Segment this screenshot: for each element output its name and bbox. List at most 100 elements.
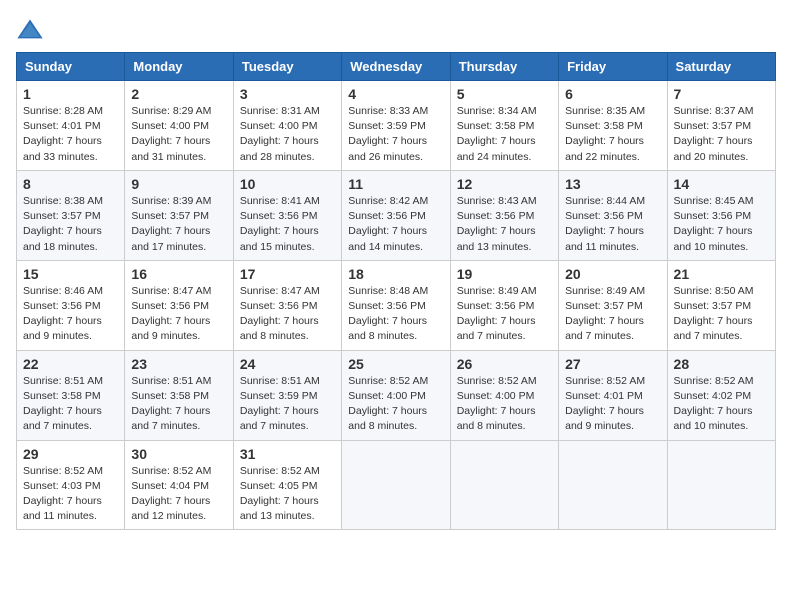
calendar-cell xyxy=(342,440,450,530)
day-info: Sunrise: 8:51 AMSunset: 3:59 PMDaylight:… xyxy=(240,375,320,433)
day-number: 22 xyxy=(23,356,118,372)
calendar-cell: 24 Sunrise: 8:51 AMSunset: 3:59 PMDaylig… xyxy=(233,350,341,440)
calendar-cell: 1 Sunrise: 8:28 AMSunset: 4:01 PMDayligh… xyxy=(17,81,125,171)
day-number: 25 xyxy=(348,356,443,372)
day-info: Sunrise: 8:39 AMSunset: 3:57 PMDaylight:… xyxy=(131,195,211,253)
calendar-cell: 4 Sunrise: 8:33 AMSunset: 3:59 PMDayligh… xyxy=(342,81,450,171)
day-info: Sunrise: 8:52 AMSunset: 4:00 PMDaylight:… xyxy=(457,375,537,433)
header-sunday: Sunday xyxy=(17,53,125,81)
calendar-week-1: 1 Sunrise: 8:28 AMSunset: 4:01 PMDayligh… xyxy=(17,81,776,171)
calendar-cell: 30 Sunrise: 8:52 AMSunset: 4:04 PMDaylig… xyxy=(125,440,233,530)
calendar-cell: 21 Sunrise: 8:50 AMSunset: 3:57 PMDaylig… xyxy=(667,260,775,350)
calendar-cell: 5 Sunrise: 8:34 AMSunset: 3:58 PMDayligh… xyxy=(450,81,558,171)
calendar-cell: 16 Sunrise: 8:47 AMSunset: 3:56 PMDaylig… xyxy=(125,260,233,350)
calendar-cell: 8 Sunrise: 8:38 AMSunset: 3:57 PMDayligh… xyxy=(17,170,125,260)
calendar-cell: 25 Sunrise: 8:52 AMSunset: 4:00 PMDaylig… xyxy=(342,350,450,440)
header-friday: Friday xyxy=(559,53,667,81)
calendar-week-4: 22 Sunrise: 8:51 AMSunset: 3:58 PMDaylig… xyxy=(17,350,776,440)
day-number: 12 xyxy=(457,176,552,192)
calendar-cell: 15 Sunrise: 8:46 AMSunset: 3:56 PMDaylig… xyxy=(17,260,125,350)
header-wednesday: Wednesday xyxy=(342,53,450,81)
logo-icon xyxy=(16,16,44,44)
day-info: Sunrise: 8:45 AMSunset: 3:56 PMDaylight:… xyxy=(674,195,754,253)
day-number: 29 xyxy=(23,446,118,462)
day-number: 6 xyxy=(565,86,660,102)
calendar-cell: 3 Sunrise: 8:31 AMSunset: 4:00 PMDayligh… xyxy=(233,81,341,171)
day-number: 15 xyxy=(23,266,118,282)
day-info: Sunrise: 8:42 AMSunset: 3:56 PMDaylight:… xyxy=(348,195,428,253)
header-monday: Monday xyxy=(125,53,233,81)
calendar-week-5: 29 Sunrise: 8:52 AMSunset: 4:03 PMDaylig… xyxy=(17,440,776,530)
day-info: Sunrise: 8:28 AMSunset: 4:01 PMDaylight:… xyxy=(23,105,103,163)
calendar-cell: 22 Sunrise: 8:51 AMSunset: 3:58 PMDaylig… xyxy=(17,350,125,440)
calendar-cell: 6 Sunrise: 8:35 AMSunset: 3:58 PMDayligh… xyxy=(559,81,667,171)
header-saturday: Saturday xyxy=(667,53,775,81)
calendar-cell: 7 Sunrise: 8:37 AMSunset: 3:57 PMDayligh… xyxy=(667,81,775,171)
day-info: Sunrise: 8:31 AMSunset: 4:00 PMDaylight:… xyxy=(240,105,320,163)
day-number: 16 xyxy=(131,266,226,282)
calendar-week-3: 15 Sunrise: 8:46 AMSunset: 3:56 PMDaylig… xyxy=(17,260,776,350)
day-number: 20 xyxy=(565,266,660,282)
day-info: Sunrise: 8:34 AMSunset: 3:58 PMDaylight:… xyxy=(457,105,537,163)
logo xyxy=(16,16,48,44)
day-number: 7 xyxy=(674,86,769,102)
day-number: 17 xyxy=(240,266,335,282)
day-number: 31 xyxy=(240,446,335,462)
calendar-cell xyxy=(450,440,558,530)
day-number: 21 xyxy=(674,266,769,282)
day-number: 8 xyxy=(23,176,118,192)
calendar-table: SundayMondayTuesdayWednesdayThursdayFrid… xyxy=(16,52,776,530)
day-info: Sunrise: 8:49 AMSunset: 3:57 PMDaylight:… xyxy=(565,285,645,343)
day-info: Sunrise: 8:52 AMSunset: 4:01 PMDaylight:… xyxy=(565,375,645,433)
calendar-cell: 23 Sunrise: 8:51 AMSunset: 3:58 PMDaylig… xyxy=(125,350,233,440)
day-number: 23 xyxy=(131,356,226,372)
day-info: Sunrise: 8:38 AMSunset: 3:57 PMDaylight:… xyxy=(23,195,103,253)
calendar-cell: 9 Sunrise: 8:39 AMSunset: 3:57 PMDayligh… xyxy=(125,170,233,260)
day-number: 18 xyxy=(348,266,443,282)
day-number: 19 xyxy=(457,266,552,282)
day-info: Sunrise: 8:50 AMSunset: 3:57 PMDaylight:… xyxy=(674,285,754,343)
day-info: Sunrise: 8:52 AMSunset: 4:04 PMDaylight:… xyxy=(131,465,211,523)
page-header xyxy=(16,16,776,44)
day-number: 11 xyxy=(348,176,443,192)
calendar-cell: 12 Sunrise: 8:43 AMSunset: 3:56 PMDaylig… xyxy=(450,170,558,260)
header-thursday: Thursday xyxy=(450,53,558,81)
day-info: Sunrise: 8:41 AMSunset: 3:56 PMDaylight:… xyxy=(240,195,320,253)
day-number: 30 xyxy=(131,446,226,462)
day-info: Sunrise: 8:52 AMSunset: 4:02 PMDaylight:… xyxy=(674,375,754,433)
day-number: 3 xyxy=(240,86,335,102)
day-info: Sunrise: 8:52 AMSunset: 4:03 PMDaylight:… xyxy=(23,465,103,523)
calendar-cell xyxy=(559,440,667,530)
calendar-week-2: 8 Sunrise: 8:38 AMSunset: 3:57 PMDayligh… xyxy=(17,170,776,260)
day-info: Sunrise: 8:51 AMSunset: 3:58 PMDaylight:… xyxy=(23,375,103,433)
calendar-cell: 20 Sunrise: 8:49 AMSunset: 3:57 PMDaylig… xyxy=(559,260,667,350)
day-info: Sunrise: 8:43 AMSunset: 3:56 PMDaylight:… xyxy=(457,195,537,253)
header-tuesday: Tuesday xyxy=(233,53,341,81)
day-info: Sunrise: 8:52 AMSunset: 4:05 PMDaylight:… xyxy=(240,465,320,523)
calendar-cell: 14 Sunrise: 8:45 AMSunset: 3:56 PMDaylig… xyxy=(667,170,775,260)
day-number: 13 xyxy=(565,176,660,192)
day-info: Sunrise: 8:52 AMSunset: 4:00 PMDaylight:… xyxy=(348,375,428,433)
calendar-cell: 27 Sunrise: 8:52 AMSunset: 4:01 PMDaylig… xyxy=(559,350,667,440)
day-number: 4 xyxy=(348,86,443,102)
day-info: Sunrise: 8:47 AMSunset: 3:56 PMDaylight:… xyxy=(131,285,211,343)
day-info: Sunrise: 8:44 AMSunset: 3:56 PMDaylight:… xyxy=(565,195,645,253)
day-number: 28 xyxy=(674,356,769,372)
calendar-cell: 26 Sunrise: 8:52 AMSunset: 4:00 PMDaylig… xyxy=(450,350,558,440)
calendar-cell: 31 Sunrise: 8:52 AMSunset: 4:05 PMDaylig… xyxy=(233,440,341,530)
calendar-header-row: SundayMondayTuesdayWednesdayThursdayFrid… xyxy=(17,53,776,81)
day-number: 9 xyxy=(131,176,226,192)
day-info: Sunrise: 8:51 AMSunset: 3:58 PMDaylight:… xyxy=(131,375,211,433)
day-info: Sunrise: 8:46 AMSunset: 3:56 PMDaylight:… xyxy=(23,285,103,343)
day-info: Sunrise: 8:35 AMSunset: 3:58 PMDaylight:… xyxy=(565,105,645,163)
day-info: Sunrise: 8:33 AMSunset: 3:59 PMDaylight:… xyxy=(348,105,428,163)
calendar-cell: 11 Sunrise: 8:42 AMSunset: 3:56 PMDaylig… xyxy=(342,170,450,260)
day-number: 2 xyxy=(131,86,226,102)
calendar-cell: 17 Sunrise: 8:47 AMSunset: 3:56 PMDaylig… xyxy=(233,260,341,350)
day-info: Sunrise: 8:37 AMSunset: 3:57 PMDaylight:… xyxy=(674,105,754,163)
calendar-cell xyxy=(667,440,775,530)
day-number: 26 xyxy=(457,356,552,372)
day-number: 27 xyxy=(565,356,660,372)
calendar-cell: 19 Sunrise: 8:49 AMSunset: 3:56 PMDaylig… xyxy=(450,260,558,350)
calendar-cell: 2 Sunrise: 8:29 AMSunset: 4:00 PMDayligh… xyxy=(125,81,233,171)
